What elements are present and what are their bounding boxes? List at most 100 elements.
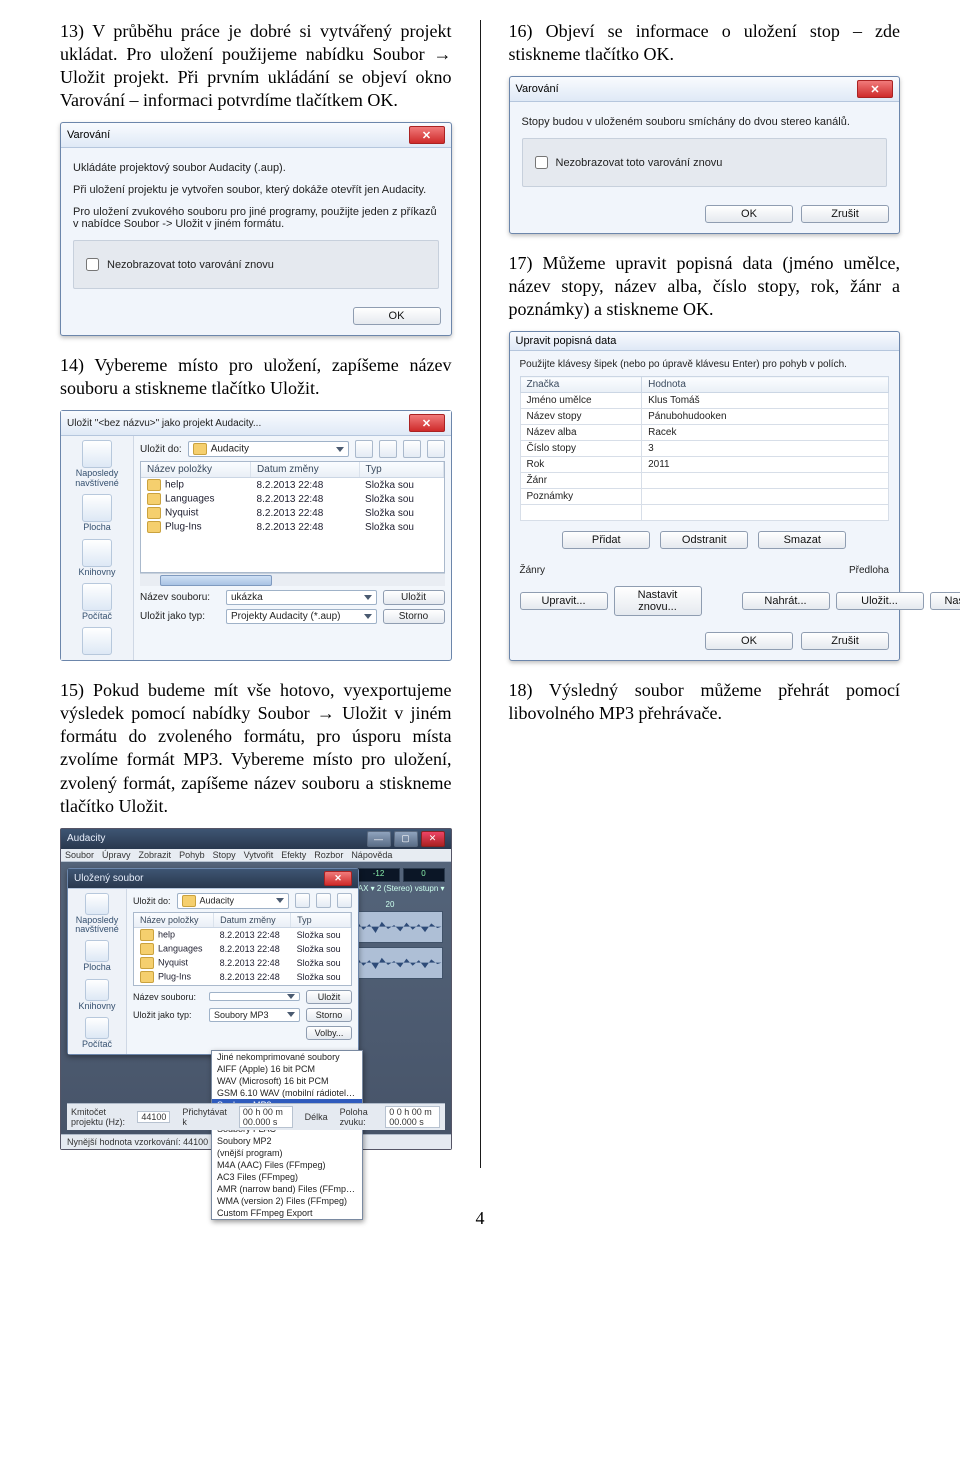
metadata-cancel-button[interactable]: Zrušit xyxy=(801,632,889,650)
back-icon[interactable] xyxy=(355,440,373,458)
warning1-dont-show-checkbox[interactable]: Nezobrazovat toto varování znovu xyxy=(82,255,430,274)
warning1-ok-button[interactable]: OK xyxy=(353,307,441,325)
filetype-combo[interactable]: Projekty Audacity (*.aup) xyxy=(226,609,377,624)
close-icon[interactable]: ✕ xyxy=(409,414,445,432)
table-row[interactable]: Poznámky xyxy=(520,489,889,505)
preset-save-button[interactable]: Uložit... xyxy=(836,592,924,610)
file-list[interactable]: Název položky Datum změny Typ help8.2.20… xyxy=(133,912,352,986)
filename-input[interactable]: ukázka xyxy=(226,590,377,605)
audio-position-value[interactable]: 0 0 h 00 m 00.000 s xyxy=(385,1106,440,1128)
filetype-dropdown-list[interactable]: Jiné nekomprimované souboryAIFF (Apple) … xyxy=(211,1050,363,1220)
list-item[interactable]: Languages8.2.2013 22:48Složka sou xyxy=(141,492,443,506)
list-item[interactable]: Nyquist8.2.2013 22:48Složka sou xyxy=(141,506,443,520)
metadata-clear-button[interactable]: Smazat xyxy=(758,531,846,549)
list-item[interactable]: Languages8.2.2013 22:48Složka sou xyxy=(134,942,351,956)
filetype-option[interactable]: (vnější program) xyxy=(212,1147,362,1159)
menu-rozbor[interactable]: Rozbor xyxy=(314,850,343,860)
col-date[interactable]: Datum změny xyxy=(214,913,291,928)
filetype-option[interactable]: Jiné nekomprimované soubory xyxy=(212,1051,362,1063)
filetype-option[interactable]: Soubory MP2 xyxy=(212,1135,362,1147)
col-type[interactable]: Typ xyxy=(359,462,443,478)
preset-load-button[interactable]: Nahrát... xyxy=(742,592,830,610)
save-button[interactable]: Uložit xyxy=(383,590,445,605)
places-computer[interactable]: Počítač xyxy=(82,1017,112,1049)
places-network[interactable] xyxy=(82,627,112,656)
menu-stopy[interactable]: Stopy xyxy=(213,850,236,860)
menu-pohyb[interactable]: Pohyb xyxy=(179,850,205,860)
genres-reset-button[interactable]: Nastavit znovu... xyxy=(614,586,702,616)
view-menu-icon[interactable] xyxy=(337,893,352,908)
h-scrollbar[interactable] xyxy=(140,573,445,586)
table-row[interactable]: Rok2011 xyxy=(520,457,889,473)
filetype-option[interactable]: WAV (Microsoft) 16 bit PCM xyxy=(212,1075,362,1087)
filetype-combo[interactable]: Soubory MP3 xyxy=(209,1008,300,1022)
close-icon[interactable]: ✕ xyxy=(421,831,445,847)
maximize-icon[interactable]: ▢ xyxy=(394,831,418,847)
new-folder-icon[interactable] xyxy=(403,440,421,458)
metadata-ok-button[interactable]: OK xyxy=(705,632,793,650)
save-in-combo[interactable]: Audacity xyxy=(188,441,349,457)
places-desktop[interactable]: Plocha xyxy=(82,494,112,532)
list-item[interactable]: help8.2.2013 22:48Složka sou xyxy=(141,478,443,493)
save-in-combo[interactable]: Audacity xyxy=(177,893,289,909)
close-icon[interactable]: ✕ xyxy=(857,80,893,98)
filetype-option[interactable]: AC3 Files (FFmpeg) xyxy=(212,1171,362,1183)
list-item[interactable]: Plug-Ins8.2.2013 22:48Složka sou xyxy=(134,970,351,984)
genres-edit-button[interactable]: Upravit... xyxy=(520,592,608,610)
filetype-option[interactable]: AIFF (Apple) 16 bit PCM xyxy=(212,1063,362,1075)
file-list[interactable]: Název položky Datum změny Typ help8.2.20… xyxy=(140,461,445,573)
places-recent[interactable]: Naposledy navštívené xyxy=(61,440,133,488)
cancel-button[interactable]: Storno xyxy=(383,609,445,624)
up-icon[interactable] xyxy=(316,893,331,908)
col-date[interactable]: Datum změny xyxy=(251,462,359,478)
metadata-table[interactable]: Značka Hodnota Jméno umělceKlus Tomáš Ná… xyxy=(520,376,890,521)
menu-vytvorit[interactable]: Vytvořit xyxy=(244,850,274,860)
col-name[interactable]: Název položky xyxy=(141,462,251,478)
places-recent[interactable]: Naposledy navštívené xyxy=(68,893,126,935)
table-row[interactable]: Jméno umělceKlus Tomáš xyxy=(520,393,889,409)
filename-input[interactable] xyxy=(209,992,300,1001)
places-computer[interactable]: Počítač xyxy=(82,583,112,621)
back-icon[interactable] xyxy=(295,893,310,908)
filetype-option[interactable]: GSM 6.10 WAV (mobilní rádiotelefoní spoj… xyxy=(212,1087,362,1099)
menu-napoveda[interactable]: Nápověda xyxy=(351,850,392,860)
table-row[interactable]: Číslo stopy3 xyxy=(520,441,889,457)
selection-start[interactable]: 00 h 00 m 00.000 s xyxy=(239,1106,293,1128)
list-item[interactable]: help8.2.2013 22:48Složka sou xyxy=(134,927,351,942)
places-libraries[interactable]: Knihovny xyxy=(78,539,115,577)
checkbox-icon[interactable] xyxy=(86,258,99,271)
list-item[interactable]: Nyquist8.2.2013 22:48Složka sou xyxy=(134,956,351,970)
places-libraries[interactable]: Knihovny xyxy=(78,979,115,1011)
cancel-button[interactable]: Storno xyxy=(306,1008,352,1022)
save-button[interactable]: Uložit xyxy=(306,990,352,1004)
warning2-dont-show-checkbox[interactable]: Nezobrazovat toto varování znovu xyxy=(531,153,879,172)
metadata-remove-button[interactable]: Odstranit xyxy=(660,531,748,549)
menu-soubor[interactable]: Soubor xyxy=(65,850,94,860)
preset-default-button[interactable]: Nastavit výchozí xyxy=(930,592,960,610)
table-row[interactable]: Název stopyPánubohudooken xyxy=(520,409,889,425)
places-desktop[interactable]: Plocha xyxy=(83,940,111,972)
minimize-icon[interactable]: — xyxy=(367,831,391,847)
warning2-ok-button[interactable]: OK xyxy=(705,205,793,223)
project-rate-value[interactable]: 44100 xyxy=(137,1111,170,1123)
col-type[interactable]: Typ xyxy=(291,913,351,928)
table-row[interactable]: Žánr xyxy=(520,473,889,489)
filetype-option[interactable]: WMA (version 2) Files (FFmpeg) xyxy=(212,1195,362,1207)
menu-efekty[interactable]: Efekty xyxy=(281,850,306,860)
close-icon[interactable]: ✕ xyxy=(409,126,445,144)
filetype-option[interactable]: AMR (narrow band) Files (FFmpeg) xyxy=(212,1183,362,1195)
up-icon[interactable] xyxy=(379,440,397,458)
table-row[interactable] xyxy=(520,505,889,521)
filetype-option[interactable]: Custom FFmpeg Export xyxy=(212,1207,362,1219)
table-row[interactable]: Název albaRacek xyxy=(520,425,889,441)
filetype-option[interactable]: M4A (AAC) Files (FFmpeg) xyxy=(212,1159,362,1171)
warning2-cancel-button[interactable]: Zrušit xyxy=(801,205,889,223)
col-name[interactable]: Název položky xyxy=(134,913,214,928)
list-item[interactable]: Plug-Ins8.2.2013 22:48Složka sou xyxy=(141,520,443,534)
checkbox-icon[interactable] xyxy=(535,156,548,169)
metadata-add-button[interactable]: Přidat xyxy=(562,531,650,549)
view-menu-icon[interactable] xyxy=(427,440,445,458)
options-button[interactable]: Volby... xyxy=(306,1026,352,1040)
menu-zobrazit[interactable]: Zobrazit xyxy=(139,850,172,860)
menu-upravy[interactable]: Úpravy xyxy=(102,850,131,860)
